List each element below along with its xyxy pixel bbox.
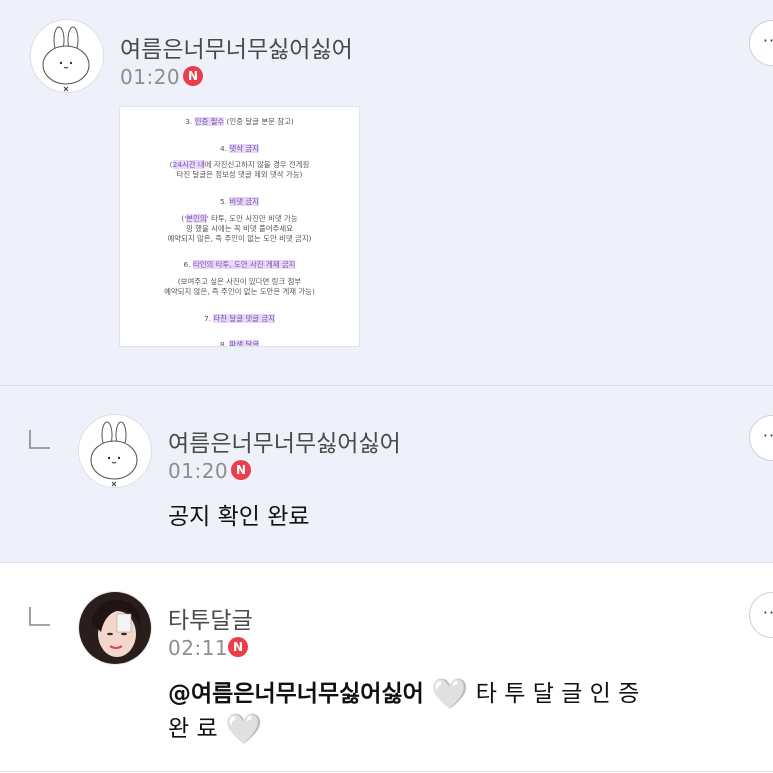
comment-1: 여름은너무너무싫어싫어 01:20 N ··· 3. 인증 필수 (인증 달글 …: [0, 0, 773, 386]
comment-time: 01:20: [168, 459, 229, 483]
reply-arrow-icon: [29, 430, 50, 449]
white-heart-icon: 🤍: [224, 712, 263, 747]
comment-text: 공지 확인 완료: [168, 504, 310, 530]
new-badge: N: [231, 460, 251, 480]
notice-line: 타진 달글은 정보성 댓글 제외 댓삭 가능): [176, 170, 303, 179]
more-options-button[interactable]: ···: [749, 415, 773, 461]
more-options-button[interactable]: ···: [749, 20, 773, 66]
mention-link[interactable]: @여름은너무너무싫어싫어: [168, 681, 424, 707]
notice-line: 예약되지 않은, 즉 주인이 없는 도안은 게재 가능): [164, 287, 315, 296]
avatar[interactable]: [30, 19, 104, 93]
comment-time: 01:20: [120, 65, 181, 89]
comment-author[interactable]: 타투달글: [168, 601, 253, 635]
bunny-avatar-icon: [42, 26, 90, 92]
new-badge: N: [183, 66, 203, 86]
bunny-avatar-icon: [90, 421, 138, 487]
reply-arrow-icon: [29, 607, 50, 626]
new-badge: N: [228, 637, 248, 657]
notice-line: 6. 타인의 타투, 도안 사진 게재 금지: [183, 260, 296, 269]
avatar[interactable]: [78, 414, 152, 488]
notice-line: 8. 파생 달글: [220, 340, 259, 347]
comment-3: 타투달글 02:11 N ··· @여름은너무너무싫어싫어 🤍 타 투 달 글 …: [0, 563, 773, 773]
comment-text-line2: 완 료: [168, 716, 218, 742]
attached-image[interactable]: 3. 인증 필수 (인증 달글 본문 참고) 4. 댓삭 금지 (24시간 내에 자…: [119, 106, 360, 347]
divider: [0, 771, 773, 772]
notice-line: 5. 비댓 금지: [220, 197, 259, 206]
comment-author[interactable]: 여름은너무너무싫어싫어: [120, 30, 353, 64]
notice-line: 4. 댓삭 금지: [220, 144, 259, 153]
comment-text-line1: 타 투 달 글 인 증: [475, 681, 640, 707]
comment-author[interactable]: 여름은너무너무싫어싫어: [168, 424, 401, 458]
notice-line: 3. 인증 필수 (인증 달글 본문 참고): [185, 117, 294, 126]
comment-text: @여름은너무너무싫어싫어 🤍 타 투 달 글 인 증 완 료 🤍: [168, 677, 728, 747]
notice-line: 예약되지 않은, 즉 주인이 없는 도안 비댓 금지): [167, 234, 312, 243]
comment-time: 02:11: [168, 636, 229, 660]
avatar[interactable]: [78, 591, 152, 665]
profile-photo-icon: [79, 592, 151, 664]
white-heart-icon: 🤍: [431, 677, 469, 712]
notice-line: 7. 타찬 달글 댓글 금지: [204, 314, 275, 323]
more-options-button[interactable]: ···: [749, 592, 773, 638]
comment-2: 여름은너무너무싫어싫어 01:20 N ··· 공지 확인 완료: [0, 386, 773, 563]
